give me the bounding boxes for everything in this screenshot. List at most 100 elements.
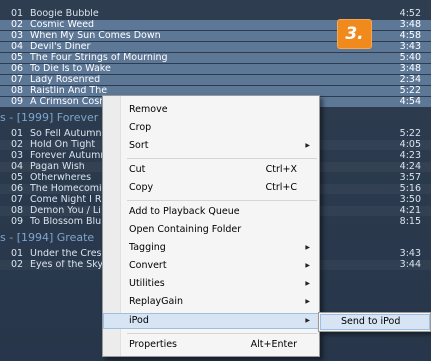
menu-item-label: Convert <box>129 260 167 271</box>
submenu-arrow-icon: ▶ <box>305 280 310 287</box>
track-duration: 4:24 <box>399 162 421 172</box>
track-title: A Crimson Cosn <box>30 97 106 107</box>
track-number: 08 <box>11 206 24 216</box>
track-duration: 3:50 <box>399 195 421 205</box>
track-number: 05 <box>11 53 24 63</box>
menu-item-label: Sort <box>129 140 149 151</box>
track-duration: 2:34 <box>399 75 421 85</box>
track-row[interactable]: 06 To Die Is to Wake 3:48 <box>0 64 431 75</box>
track-number: 04 <box>11 162 24 172</box>
track-duration: 4:52 <box>399 9 421 19</box>
menu-item-label: ReplayGain <box>129 296 183 307</box>
submenu-arrow-icon: ▶ <box>305 262 310 269</box>
track-title: Raistlin And The <box>30 86 108 96</box>
track-duration: 3:43 <box>399 249 421 259</box>
track-duration: 5:22 <box>399 86 421 96</box>
track-title: So Fell Autumn <box>30 129 102 139</box>
track-number: 07 <box>11 195 24 205</box>
menu-separator <box>127 158 317 159</box>
track-title: Lady Rosenred <box>30 75 101 85</box>
track-number: 02 <box>11 20 24 30</box>
track-title: Otherwheres <box>30 173 92 183</box>
menu-item-label: Remove <box>129 104 168 115</box>
menu-item-copy[interactable]: Copy Ctrl+C <box>103 180 319 196</box>
menu-item-replaygain[interactable]: ReplayGain ▶ <box>103 294 319 310</box>
track-title: When My Sun Comes Down <box>30 31 161 41</box>
track-number: 05 <box>11 173 24 183</box>
track-title: Hold On Tight <box>30 140 96 150</box>
track-number: 01 <box>11 249 24 259</box>
track-title: The Homecomi <box>30 184 102 194</box>
track-duration: 4:58 <box>399 31 421 41</box>
track-number: 03 <box>11 151 24 161</box>
context-menu: Remove Crop Sort ▶ Cut Ctrl+X Copy Ctrl+… <box>102 95 320 357</box>
track-title: Boogie Bubble <box>30 9 99 19</box>
track-duration: 3:48 <box>399 20 421 30</box>
track-duration: 3:43 <box>399 42 421 52</box>
submenu-arrow-icon: ▶ <box>305 317 310 324</box>
track-title: Cosmic Weed <box>30 20 95 30</box>
menu-item-remove[interactable]: Remove <box>103 102 319 118</box>
menu-item-label: Open Containing Folder <box>129 224 242 235</box>
step-number-badge: 3. <box>337 19 372 49</box>
menu-item-label: Properties <box>129 339 178 350</box>
track-duration: 4:54 <box>399 97 421 107</box>
track-number: 04 <box>11 42 24 52</box>
menu-item-label: Utilities <box>129 278 165 289</box>
track-number: 02 <box>11 260 24 270</box>
menu-item-ipod[interactable]: iPod ▶ <box>103 313 319 329</box>
menu-item-properties[interactable]: Properties Alt+Enter <box>103 337 319 353</box>
ipod-submenu: Send to iPod <box>318 312 431 332</box>
track-duration: 5:22 <box>399 129 421 139</box>
menu-item-sort[interactable]: Sort ▶ <box>103 138 319 154</box>
track-number: 09 <box>11 217 24 227</box>
track-duration: 5:16 <box>399 184 421 194</box>
menu-shortcut: Ctrl+C <box>265 182 298 193</box>
track-number: 08 <box>11 86 24 96</box>
track-row[interactable]: 05 The Four Strings of Mourning 5:40 <box>0 53 431 64</box>
menu-item-send-to-ipod[interactable]: Send to iPod <box>320 314 430 330</box>
track-duration: 4:23 <box>399 151 421 161</box>
menu-item-add-to-playback-queue[interactable]: Add to Playback Queue <box>103 204 319 220</box>
menu-item-cut[interactable]: Cut Ctrl+X <box>103 162 319 178</box>
track-duration: 3:57 <box>399 173 421 183</box>
track-title: Demon You / Li <box>30 206 101 216</box>
track-duration: 3:48 <box>399 64 421 74</box>
track-duration: 5:40 <box>399 53 421 63</box>
track-title: Come Night I R <box>30 195 102 205</box>
track-duration: 3:44 <box>399 260 421 270</box>
menu-shortcut: Alt+Enter <box>250 339 297 350</box>
submenu-arrow-icon: ▶ <box>305 244 310 251</box>
track-duration: 8:15 <box>399 217 421 227</box>
track-title: Eyes of the Sky <box>30 260 104 270</box>
menu-item-label: Tagging <box>129 242 166 253</box>
menu-item-label: Add to Playback Queue <box>129 206 240 217</box>
track-title: Devil's Diner <box>30 42 91 52</box>
track-row[interactable]: 01 Boogie Bubble 4:52 <box>0 9 431 19</box>
submenu-arrow-icon: ▶ <box>305 298 310 305</box>
track-row[interactable]: 07 Lady Rosenred 2:34 <box>0 75 431 86</box>
menu-item-crop[interactable]: Crop <box>103 120 319 136</box>
menu-separator <box>127 200 317 201</box>
track-duration: 4:21 <box>399 206 421 216</box>
track-title: The Four Strings of Mourning <box>30 53 168 63</box>
track-title: Forever Autumn <box>30 151 107 161</box>
menu-shortcut: Ctrl+X <box>265 164 297 175</box>
menu-separator <box>127 333 317 334</box>
menu-item-label: iPod <box>129 315 149 326</box>
track-number: 06 <box>11 64 24 74</box>
menu-item-utilities[interactable]: Utilities ▶ <box>103 276 319 292</box>
menu-item-open-containing-folder[interactable]: Open Containing Folder <box>103 222 319 238</box>
menu-item-tagging[interactable]: Tagging ▶ <box>103 240 319 256</box>
track-number: 06 <box>11 184 24 194</box>
track-number: 01 <box>11 129 24 139</box>
track-number: 03 <box>11 31 24 41</box>
menu-item-label: Cut <box>129 164 146 175</box>
track-number: 07 <box>11 75 24 85</box>
menu-item-label: Crop <box>129 122 152 133</box>
submenu-arrow-icon: ▶ <box>305 142 310 149</box>
menu-item-convert[interactable]: Convert ▶ <box>103 258 319 274</box>
track-title: Under the Cresc <box>30 249 107 259</box>
track-number: 01 <box>11 9 24 19</box>
track-duration: 4:05 <box>399 140 421 150</box>
